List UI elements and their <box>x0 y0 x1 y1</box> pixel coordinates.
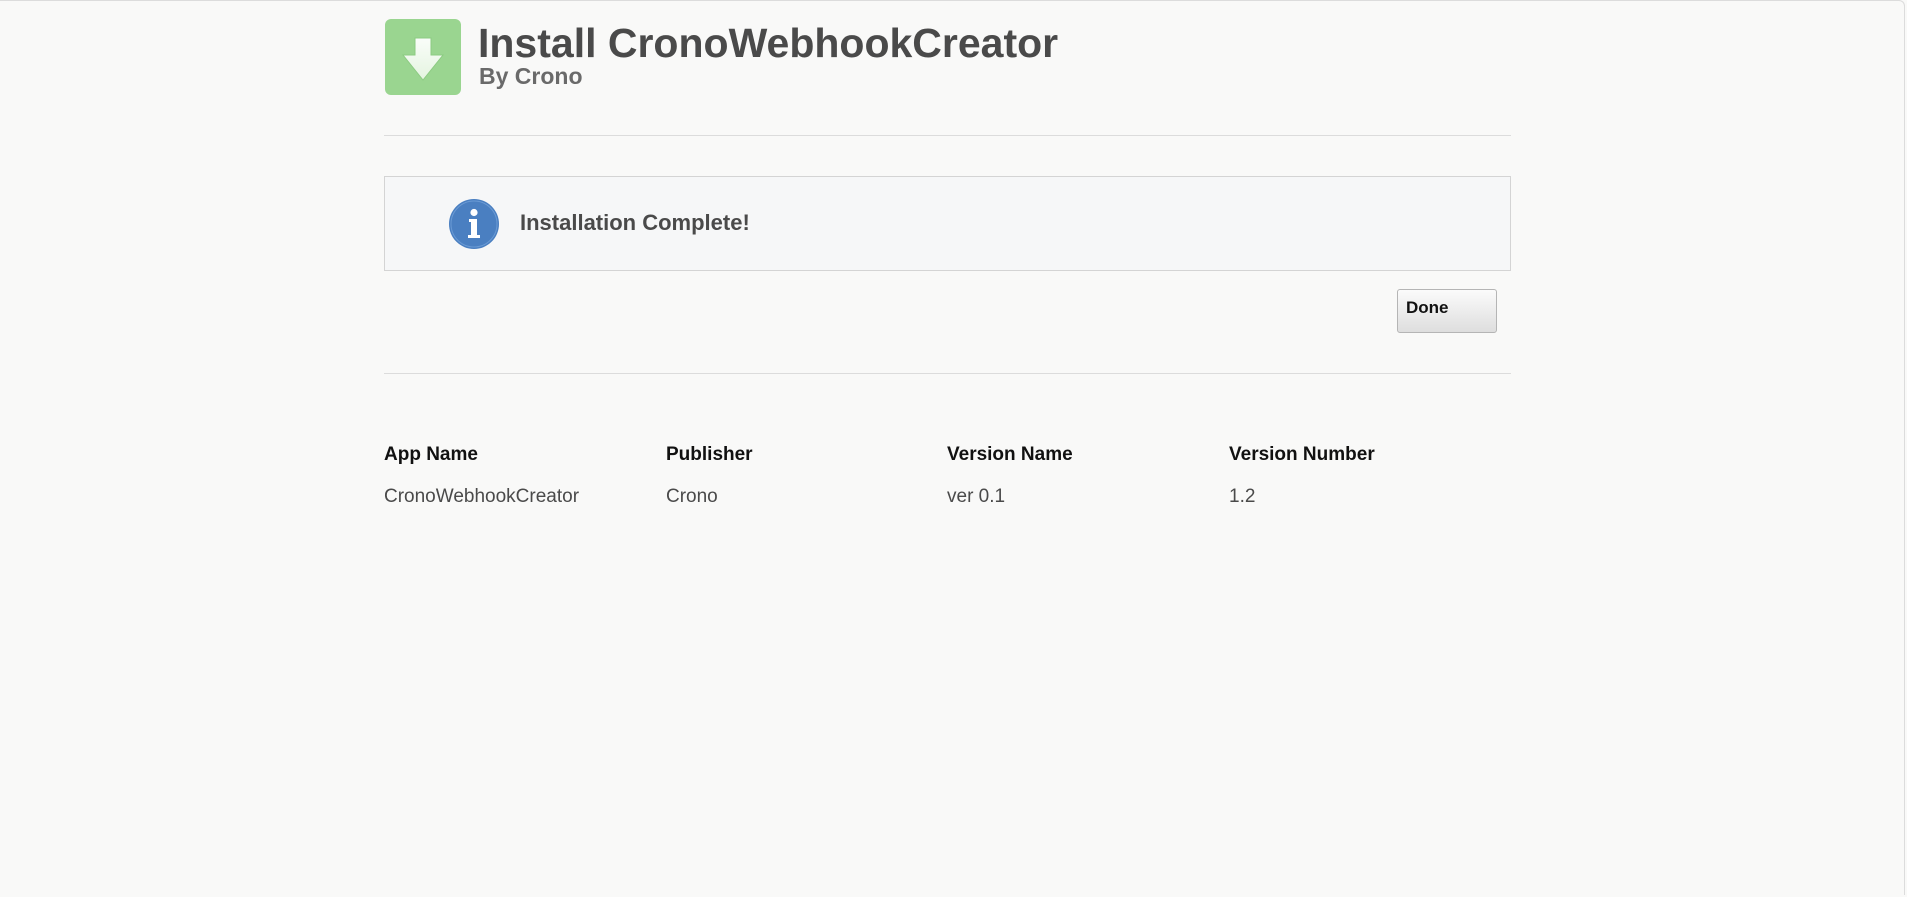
column-header: App Name <box>384 444 478 465</box>
column-header: Version Number <box>1229 444 1375 465</box>
install-page: Install CronoWebhookCreator By Crono Ins… <box>384 0 1511 507</box>
details-column-version-number: Version Number 1.2 <box>1229 443 1509 509</box>
section-divider <box>384 373 1511 374</box>
column-value: CronoWebhookCreator <box>384 486 580 507</box>
column-header: Version Name <box>947 444 1073 465</box>
details-column-publisher: Publisher Crono <box>666 443 946 509</box>
page-title: Install CronoWebhookCreator <box>478 20 1059 66</box>
publisher-subtitle: By Crono <box>479 63 583 89</box>
done-button[interactable]: Done <box>1397 289 1497 333</box>
install-header: Install CronoWebhookCreator By Crono <box>384 0 1511 136</box>
status-message: Installation Complete! <box>520 210 750 235</box>
details-column-app-name: App Name CronoWebhookCreator <box>384 443 664 509</box>
column-value: ver 0.1 <box>947 486 1006 507</box>
column-header: Publisher <box>666 444 753 465</box>
column-value: Crono <box>666 486 718 507</box>
info-icon <box>448 198 500 250</box>
status-message-box: Installation Complete! <box>384 176 1511 271</box>
details-column-version-name: Version Name ver 0.1 <box>947 443 1227 509</box>
column-value: 1.2 <box>1229 486 1256 507</box>
download-arrow-icon <box>385 19 461 95</box>
